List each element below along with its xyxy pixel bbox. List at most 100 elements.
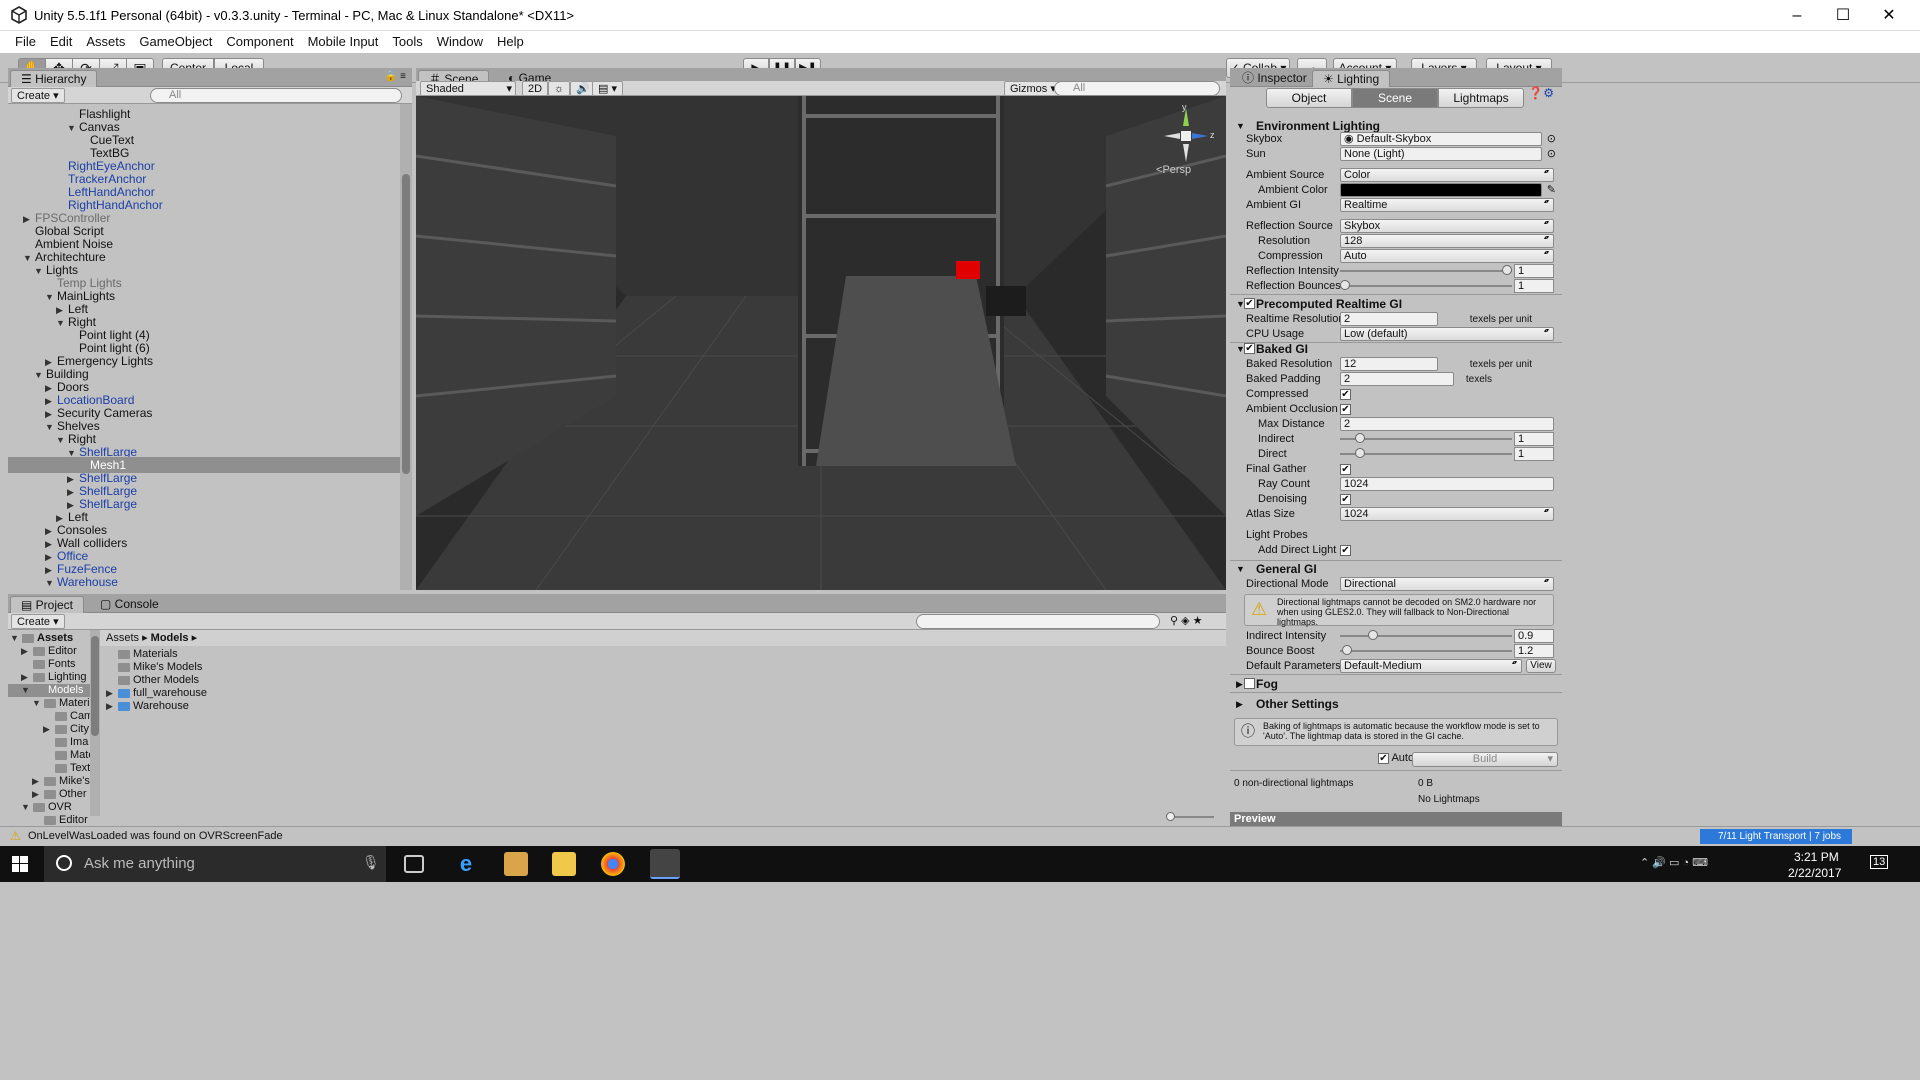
- reflection-intensity-input[interactable]: 1: [1514, 264, 1554, 278]
- expand-arrow-icon[interactable]: ▼: [45, 575, 57, 590]
- cortana-search-box[interactable]: Ask me anything: [44, 846, 386, 882]
- hierarchy-create-dropdown[interactable]: Create ▾: [11, 88, 65, 103]
- system-tray-icons[interactable]: ⌃ 🔊 ▭ ◔ ⌨: [1640, 856, 1708, 869]
- project-file-item[interactable]: Materials: [106, 648, 178, 661]
- panel-menu-icon[interactable]: 🔒 ≡: [385, 71, 406, 82]
- precomputed-gi-header[interactable]: ▼ ✔ Precomputed Realtime GI: [1230, 296, 1562, 312]
- project-folder-item[interactable]: ▶ City: [8, 723, 90, 736]
- windows-start-icon[interactable]: [12, 856, 28, 872]
- tab-console[interactable]: ▢ Console: [90, 596, 169, 613]
- folder-arrow-icon[interactable]: ▶: [21, 671, 33, 684]
- project-folder-item[interactable]: ▶ Other I: [8, 788, 90, 801]
- chrome-icon[interactable]: [601, 852, 625, 876]
- edge-icon[interactable]: e: [454, 852, 478, 876]
- effects-toggle-icon[interactable]: ▤ ▾: [592, 81, 623, 96]
- indirect-intensity-knob[interactable]: [1368, 630, 1378, 640]
- eyedropper-icon[interactable]: ✎: [1547, 183, 1556, 198]
- indirect-intensity-slider[interactable]: [1340, 635, 1512, 637]
- fog-checkbox[interactable]: [1244, 678, 1255, 689]
- status-message[interactable]: OnLevelWasLoaded was found on OVRScreenF…: [28, 830, 283, 842]
- project-folder-item[interactable]: Mate: [8, 749, 90, 762]
- hierarchy-scroll-thumb[interactable]: [402, 174, 410, 474]
- file-explorer-icon[interactable]: [552, 852, 576, 876]
- skybox-picker-icon[interactable]: ⊙: [1547, 132, 1556, 147]
- resolution-dropdown[interactable]: 128: [1340, 234, 1554, 248]
- denoising-checkbox[interactable]: ✔: [1340, 494, 1351, 505]
- mode-2d-toggle[interactable]: 2D: [522, 81, 549, 96]
- direct-knob[interactable]: [1355, 448, 1365, 458]
- maximize-button[interactable]: ☐: [1820, 0, 1866, 31]
- project-folder-item[interactable]: Editor: [8, 814, 90, 826]
- atlas-size-dropdown[interactable]: 1024: [1340, 507, 1554, 521]
- auto-toggle[interactable]: ✔ Auto: [1378, 752, 1414, 764]
- minimize-button[interactable]: –: [1774, 0, 1820, 31]
- folder-arrow-icon[interactable]: ▼: [32, 697, 44, 710]
- project-file-item[interactable]: Mike's Models: [106, 661, 202, 674]
- file-arrow-icon[interactable]: ▶: [106, 687, 118, 700]
- shading-dropdown[interactable]: Shaded ▾: [420, 81, 516, 96]
- reflection-source-dropdown[interactable]: Skybox: [1340, 219, 1554, 233]
- clock-time[interactable]: 3:21 PM: [1794, 850, 1839, 864]
- add-direct-light-checkbox[interactable]: ✔: [1340, 545, 1351, 556]
- ambient-occlusion-checkbox[interactable]: ✔: [1340, 404, 1351, 415]
- persp-label[interactable]: <Persp: [1156, 164, 1191, 176]
- project-create-dropdown[interactable]: Create ▾: [11, 614, 65, 629]
- menu-tools[interactable]: Tools: [385, 31, 429, 53]
- indirect-intensity-input[interactable]: 0.9: [1514, 629, 1554, 643]
- project-folder-item[interactable]: ▼ OVR: [8, 801, 90, 814]
- compressed-checkbox[interactable]: ✔: [1340, 389, 1351, 400]
- project-folder-item[interactable]: ▶ Mike's: [8, 775, 90, 788]
- menu-assets[interactable]: Assets: [79, 31, 132, 53]
- ray-count-input[interactable]: 1024: [1340, 477, 1554, 491]
- view-params-button[interactable]: View: [1526, 659, 1556, 673]
- ambient-source-dropdown[interactable]: Color: [1340, 168, 1554, 182]
- tab-hierarchy[interactable]: ☰ Hierarchy: [10, 70, 98, 87]
- microphone-icon[interactable]: 🎙: [362, 854, 380, 871]
- help-icon[interactable]: ❓⚙: [1528, 86, 1554, 100]
- seg-scene[interactable]: Scene: [1352, 88, 1438, 108]
- reflection-intensity-knob[interactable]: [1502, 265, 1512, 275]
- bounce-boost-slider[interactable]: [1340, 650, 1512, 652]
- hierarchy-search-input[interactable]: All: [150, 88, 402, 103]
- directional-mode-dropdown[interactable]: Directional: [1340, 577, 1554, 591]
- sun-field[interactable]: None (Light): [1340, 147, 1542, 161]
- folder-arrow-icon[interactable]: ▶: [32, 788, 44, 801]
- project-folder-item[interactable]: Text: [8, 762, 90, 775]
- ambient-gi-dropdown[interactable]: Realtime: [1340, 198, 1554, 212]
- filter-icons[interactable]: ⚲ ◈ ★: [1170, 614, 1203, 627]
- project-folder-item[interactable]: Fonts: [8, 658, 90, 671]
- direct-slider[interactable]: [1340, 453, 1512, 455]
- close-button[interactable]: ✕: [1866, 0, 1912, 31]
- project-folder-item[interactable]: ▼ Models: [8, 684, 90, 697]
- ambient-color-swatch[interactable]: [1340, 183, 1542, 197]
- menu-edit[interactable]: Edit: [43, 31, 79, 53]
- breadcrumb-assets[interactable]: Assets: [106, 632, 139, 644]
- project-file-item[interactable]: ▶ Warehouse: [106, 700, 189, 713]
- folder-arrow-icon[interactable]: ▶: [21, 645, 33, 658]
- general-gi-header[interactable]: ▼ General GI: [1230, 561, 1562, 577]
- seg-object[interactable]: Object: [1266, 88, 1352, 108]
- folder-arrow-icon[interactable]: ▼: [21, 801, 33, 814]
- project-folder-item[interactable]: Cam: [8, 710, 90, 723]
- other-settings-header[interactable]: ▶ Other Settings: [1230, 696, 1562, 712]
- file-arrow-icon[interactable]: ▶: [106, 700, 118, 713]
- build-button[interactable]: Build ▾: [1412, 752, 1558, 767]
- breadcrumb-models[interactable]: Models: [151, 632, 189, 644]
- skybox-field[interactable]: ◉ Default-Skybox: [1340, 132, 1542, 146]
- icon-size-slider[interactable]: [1166, 812, 1214, 821]
- project-folder-item[interactable]: ▼ Assets: [8, 632, 90, 645]
- default-params-dropdown[interactable]: Default-Medium: [1340, 659, 1522, 673]
- reflection-bounces-slider[interactable]: [1340, 285, 1512, 287]
- scene-viewport[interactable]: y z <Persp: [416, 96, 1226, 590]
- seg-lightmaps[interactable]: Lightmaps: [1438, 88, 1524, 108]
- final-gather-checkbox[interactable]: ✔: [1340, 464, 1351, 475]
- folder-arrow-icon[interactable]: ▶: [43, 723, 55, 736]
- baked-gi-checkbox[interactable]: ✔: [1244, 343, 1255, 354]
- hierarchy-item[interactable]: ▼ Warehouse: [8, 574, 400, 590]
- indirect-input[interactable]: 1: [1514, 432, 1554, 446]
- tab-lighting[interactable]: ☀ Lighting: [1312, 70, 1391, 87]
- menu-component[interactable]: Component: [219, 31, 300, 53]
- indirect-knob[interactable]: [1355, 433, 1365, 443]
- menu-help[interactable]: Help: [490, 31, 531, 53]
- reflection-bounces-knob[interactable]: [1340, 280, 1350, 290]
